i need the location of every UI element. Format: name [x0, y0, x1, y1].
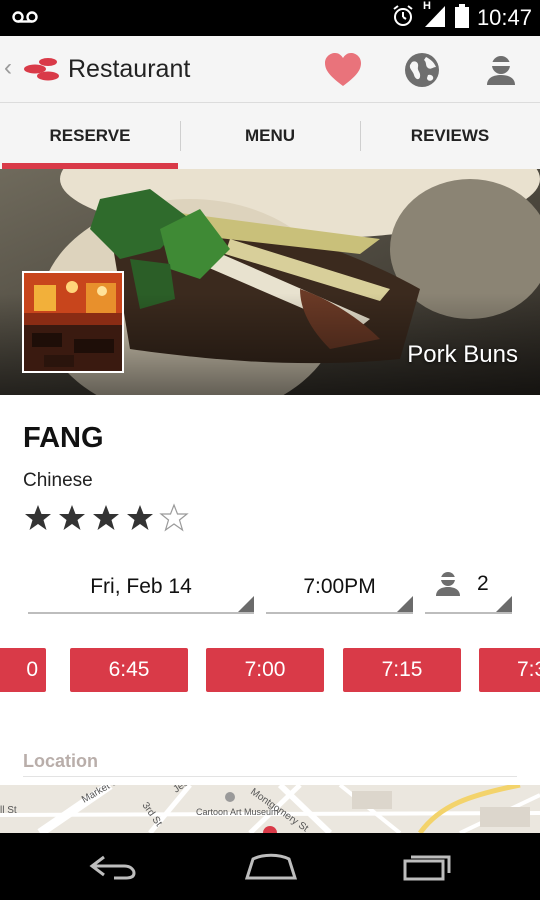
section-divider — [23, 776, 517, 777]
photo-caption: Pork Buns — [407, 341, 518, 368]
profile-icon[interactable] — [479, 48, 523, 92]
time-slot-button[interactable]: 7:15 — [343, 648, 461, 692]
restaurant-thumbnail[interactable] — [22, 271, 124, 373]
star-filled-icon — [59, 505, 85, 530]
location-map[interactable]: ll St Market St 3rd St Jessie St Cartoon… — [0, 785, 540, 833]
battery-icon — [454, 3, 469, 33]
app-logo-icon[interactable] — [22, 56, 62, 87]
star-filled-icon — [25, 505, 51, 530]
voicemail-icon — [12, 6, 38, 33]
status-bar: H 10:47 — [0, 0, 540, 36]
clock-time: 10:47 — [476, 5, 532, 30]
home-icon[interactable] — [243, 851, 299, 886]
dropdown-corner-icon — [496, 596, 512, 612]
tab-reviews[interactable]: REVIEWS — [360, 103, 540, 169]
hero-photo[interactable]: Pork Buns — [0, 169, 540, 395]
time-selector[interactable]: 7:00PM — [266, 562, 413, 614]
time-slot-button[interactable]: 7:00 — [206, 648, 324, 692]
time-slot-button[interactable]: 7:3 — [479, 648, 540, 692]
location-heading: Location — [23, 751, 98, 771]
signal-icon: H — [423, 0, 447, 33]
person-icon — [433, 568, 463, 604]
star-rating — [23, 503, 189, 533]
globe-icon[interactable] — [400, 48, 444, 92]
star-filled-icon — [127, 505, 153, 530]
date-value: Fri, Feb 14 — [90, 575, 192, 598]
back-chevron-icon[interactable]: ‹ — [4, 54, 12, 82]
restaurant-interior-image — [24, 273, 122, 371]
map-tiles: ll St Market St 3rd St Jessie St Cartoon… — [0, 785, 540, 833]
alarm-icon — [391, 4, 415, 33]
tab-bar: RESERVE MENU REVIEWS — [0, 103, 540, 169]
dropdown-corner-icon — [238, 596, 254, 612]
app-screen: H 10:47 ‹ Restaurant RESERVE MENU REVIEW… — [0, 0, 540, 900]
cuisine-label: Chinese — [23, 470, 93, 491]
system-navigation-bar — [0, 833, 540, 900]
map-poi-label: Cartoon Art Museum — [196, 807, 279, 817]
favorite-heart-icon[interactable] — [321, 48, 365, 92]
screen-title: Restaurant — [68, 55, 191, 83]
time-value: 7:00PM — [303, 575, 376, 598]
tab-menu[interactable]: MENU — [180, 103, 360, 169]
party-size-selector[interactable]: 2 — [425, 562, 512, 614]
network-type-label: H — [422, 0, 431, 12]
star-empty-icon — [159, 503, 189, 532]
tab-reserve[interactable]: RESERVE — [0, 103, 180, 169]
recent-apps-icon[interactable] — [403, 851, 455, 886]
dropdown-corner-icon — [397, 596, 413, 612]
date-selector[interactable]: Fri, Feb 14 — [28, 562, 254, 614]
action-bar: ‹ Restaurant — [0, 36, 540, 103]
party-size-value: 2 — [477, 572, 489, 595]
star-filled-icon — [93, 505, 119, 530]
restaurant-name: FANG — [23, 422, 104, 454]
time-slot-button[interactable]: 6:45 — [70, 648, 188, 692]
time-slot-button[interactable]: 0 — [0, 648, 46, 692]
map-street-label: ll St — [0, 805, 17, 816]
back-icon[interactable] — [88, 851, 138, 886]
